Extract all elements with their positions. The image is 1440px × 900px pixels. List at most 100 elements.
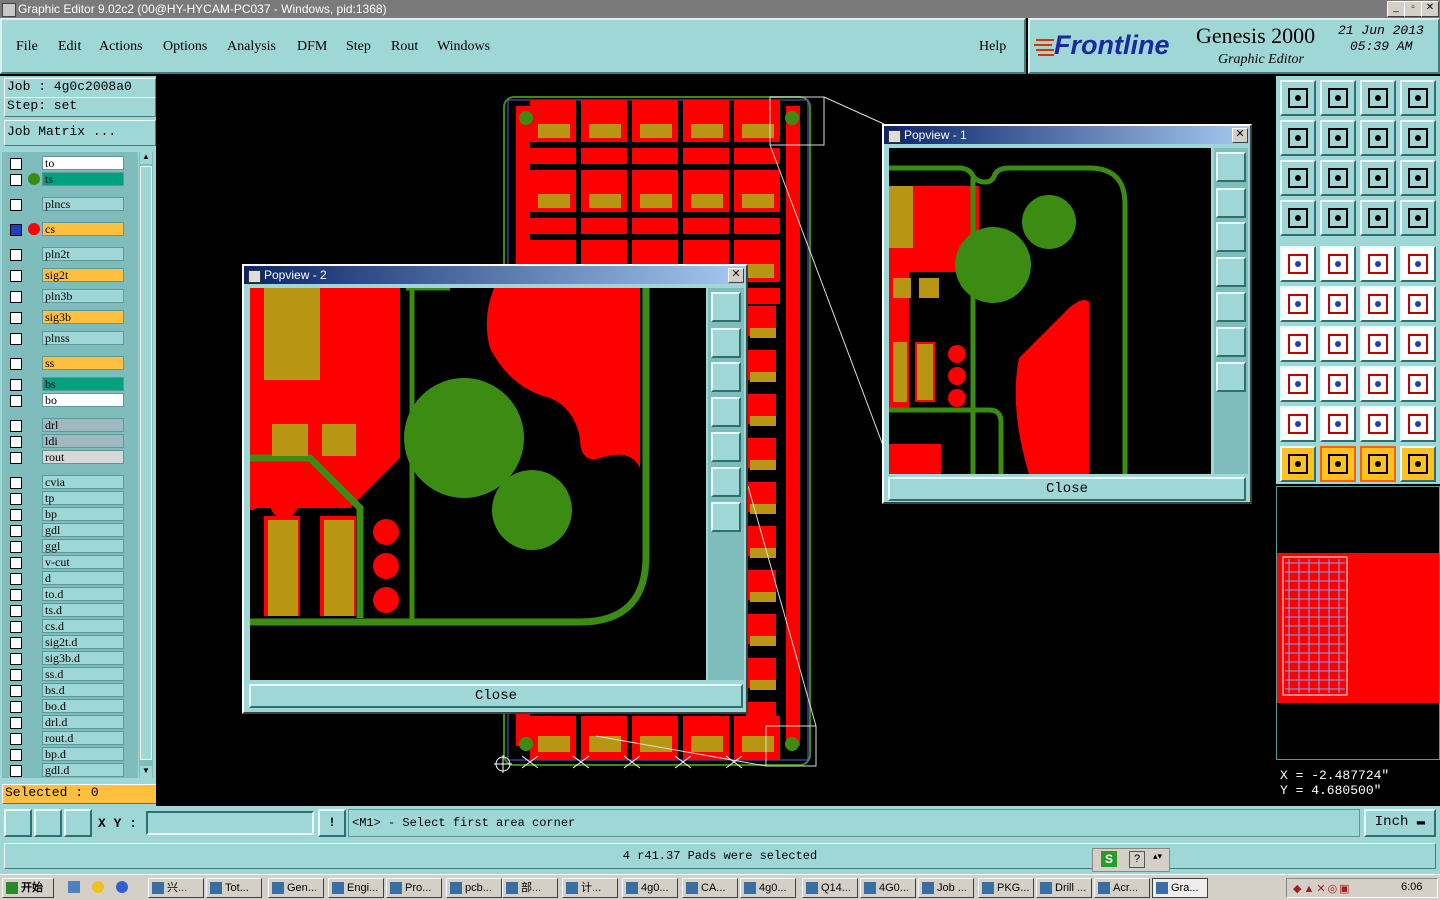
layer-name[interactable]: ldi (42, 434, 124, 448)
popview-1-pan-right-icon[interactable] (1216, 292, 1246, 322)
layer-checkbox[interactable] (10, 637, 22, 649)
layer-name[interactable]: to.d (42, 587, 124, 601)
layer-name[interactable]: cs (42, 222, 124, 236)
zoom-select-icon[interactable] (1360, 120, 1396, 156)
layer-row-gdl.d[interactable]: gdl.d (8, 763, 126, 778)
text-a4-icon[interactable] (1400, 406, 1436, 442)
ime-help-icon[interactable]: ? (1129, 851, 1145, 868)
layer-checkbox[interactable] (10, 199, 22, 211)
taskbar-item[interactable]: Acr... (1094, 878, 1150, 898)
ie-icon[interactable] (116, 881, 128, 893)
layer-checkbox[interactable] (10, 312, 22, 324)
layer-name[interactable]: bo (42, 393, 124, 407)
layer-name[interactable]: rout (42, 450, 124, 464)
ime-menu-icon[interactable]: ▴▾ (1153, 851, 1162, 862)
layer-row-rout[interactable]: rout (8, 450, 126, 465)
layer-checkbox[interactable] (10, 158, 22, 170)
layer-row-bs.d[interactable]: bs.d (8, 683, 126, 698)
taskbar-item[interactable]: CA... (682, 878, 738, 898)
change-symbol-icon[interactable] (1400, 366, 1436, 402)
cut-line-icon[interactable] (1320, 326, 1356, 362)
connect-nodes-icon[interactable] (1280, 286, 1316, 322)
layer-name[interactable]: bp.d (42, 747, 124, 761)
layer-row-bo[interactable]: bo (8, 393, 126, 408)
measure-icon[interactable] (34, 809, 62, 837)
layer-checkbox[interactable] (10, 733, 22, 745)
redraw-icon[interactable] (1400, 120, 1436, 156)
layer-row-drl.d[interactable]: drl.d (8, 715, 126, 730)
scroll-thumb[interactable] (140, 166, 152, 760)
layer-name[interactable]: sig3b (42, 310, 124, 324)
add-line-icon[interactable] (1320, 246, 1356, 282)
layer-checkbox[interactable] (10, 420, 22, 432)
layer-name[interactable]: tp (42, 491, 124, 505)
layer-row-bp[interactable]: bp (8, 507, 126, 522)
scroll-down-icon[interactable]: ▼ (140, 766, 152, 778)
zoom-1-2-icon[interactable] (1360, 160, 1396, 196)
taskbar-item[interactable]: 部... (502, 878, 558, 898)
layer-checkbox[interactable] (10, 701, 22, 713)
popview-1-pan-down-icon[interactable] (1216, 222, 1246, 252)
open-step-icon[interactable] (1280, 80, 1316, 116)
taskbar-item[interactable]: PKG... (978, 878, 1034, 898)
layer-checkbox[interactable] (10, 557, 22, 569)
taskbar-item[interactable]: 计... (562, 878, 618, 898)
show-desktop-icon[interactable] (68, 881, 80, 893)
snap-mode-icon[interactable] (4, 809, 32, 837)
layer-row-bo.d[interactable]: bo.d (8, 699, 126, 714)
move-icon[interactable] (1360, 286, 1396, 322)
popview-2-pan-right-icon[interactable] (711, 432, 741, 462)
layer-scrollbar[interactable]: ▲ ▼ (139, 152, 153, 778)
layer-row-pln2t[interactable]: pln2t (8, 247, 126, 262)
layer-row-ts.d[interactable]: ts.d (8, 603, 126, 618)
layer-name[interactable]: v-cut (42, 555, 124, 569)
grid-icon[interactable] (64, 809, 92, 837)
fit-all-icon[interactable] (1280, 160, 1316, 196)
popview-2-canvas[interactable] (250, 288, 706, 680)
layer-checkbox[interactable] (10, 541, 22, 553)
taskbar-item[interactable]: 兴... (148, 878, 204, 898)
xy-input[interactable] (146, 811, 314, 835)
job-matrix-button[interactable]: Job Matrix ... (4, 120, 156, 146)
pointer-icon[interactable] (1280, 446, 1316, 482)
popview-1-canvas[interactable] (889, 148, 1211, 474)
layer-checkbox[interactable] (10, 224, 22, 236)
layer-checkbox[interactable] (10, 333, 22, 345)
layer-name[interactable]: ss (42, 356, 124, 370)
layer-row-sig3b[interactable]: sig3b (8, 310, 126, 325)
help-icon[interactable] (1400, 160, 1436, 196)
layer-checkbox[interactable] (10, 749, 22, 761)
layer-row-sig2t[interactable]: sig2t (8, 268, 126, 283)
taskbar-item[interactable]: Job ... (918, 878, 974, 898)
text-a2-icon[interactable] (1320, 406, 1356, 442)
fit-center-icon[interactable] (1320, 160, 1356, 196)
layer-checkbox[interactable] (10, 379, 22, 391)
popview-1-close-button[interactable]: Close (888, 477, 1246, 501)
layer-name[interactable]: plnss (42, 331, 124, 345)
layer-name[interactable]: gdl.d (42, 763, 124, 777)
layer-checkbox[interactable] (10, 509, 22, 521)
info-icon[interactable]: ! (318, 809, 346, 837)
taskbar-item[interactable]: Tot... (206, 878, 262, 898)
taskbar-item[interactable]: Q14... (802, 878, 858, 898)
close-button[interactable]: ✕ (1421, 1, 1439, 17)
layer-name[interactable]: sig2t.d (42, 635, 124, 649)
menu-analysis[interactable]: Analysis (227, 39, 276, 55)
delete-icon[interactable] (1320, 286, 1356, 322)
layer-row-cs[interactable]: cs (8, 222, 126, 237)
popview-2-pan-up-icon[interactable] (711, 328, 741, 358)
measure-ruler-icon[interactable] (1360, 246, 1396, 282)
layer-row-plnss[interactable]: plnss (8, 331, 126, 346)
layer-row-plncs[interactable]: plncs (8, 197, 126, 212)
taskbar-item[interactable]: pcb... (446, 878, 502, 898)
pointer-zoom-icon[interactable] (1360, 446, 1396, 482)
layer-name[interactable]: rout.d (42, 731, 124, 745)
popview-2-zoom-to-layer-icon[interactable] (711, 292, 741, 322)
arc-icon[interactable] (1360, 326, 1396, 362)
ime-bar[interactable]: S ? ▴▾ (1092, 848, 1170, 872)
add-pad-icon[interactable] (1280, 246, 1316, 282)
text-a3-icon[interactable] (1360, 406, 1396, 442)
menu-rout[interactable]: Rout (391, 39, 418, 55)
layer-checkbox[interactable] (10, 291, 22, 303)
layer-name[interactable]: plncs (42, 197, 124, 211)
